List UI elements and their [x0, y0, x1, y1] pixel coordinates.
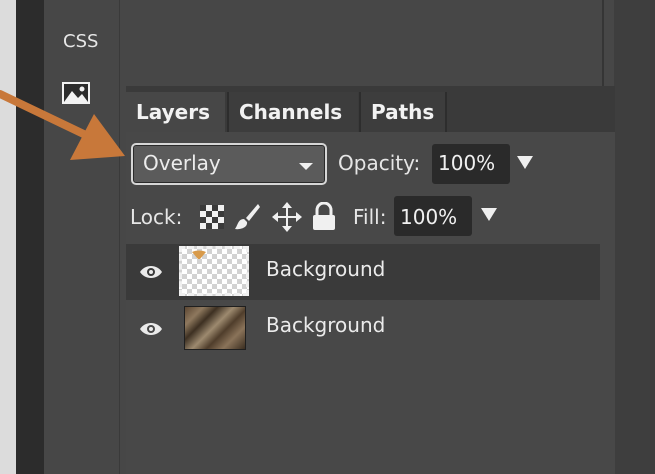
layer-name[interactable]: Background	[266, 310, 385, 340]
fill-dropdown-icon[interactable]	[480, 207, 498, 222]
upper-panel-scrollbar[interactable]	[602, 0, 604, 86]
lock-all-padlock-icon[interactable]	[312, 202, 336, 230]
visibility-eye-icon[interactable]	[139, 321, 163, 337]
lock-position-move-icon[interactable]	[272, 202, 302, 232]
lock-transparency-icon[interactable]	[200, 205, 224, 229]
layer-name[interactable]: Background	[266, 254, 385, 284]
opacity-value: 100%	[438, 151, 496, 175]
lock-label: Lock:	[130, 205, 183, 229]
tab-channels[interactable]: Channels	[227, 92, 358, 132]
chevron-down-icon	[299, 163, 313, 170]
layer-thumbnail[interactable]	[179, 246, 249, 296]
visibility-eye-icon[interactable]	[139, 264, 163, 280]
thumbnail-content-icon	[192, 250, 206, 259]
css-button[interactable]: CSS	[63, 31, 98, 52]
right-edge-strip	[614, 0, 655, 474]
upper-panel	[120, 0, 602, 86]
opacity-label: Opacity:	[338, 151, 421, 175]
tab-paths[interactable]: Paths	[359, 92, 447, 132]
lock-pixels-brush-icon[interactable]	[234, 203, 260, 231]
layer-thumbnail[interactable]	[184, 306, 246, 350]
annotation-arrow-icon	[0, 90, 125, 160]
fill-label: Fill:	[353, 205, 387, 229]
fill-value: 100%	[400, 205, 458, 229]
opacity-dropdown-icon[interactable]	[516, 155, 534, 170]
